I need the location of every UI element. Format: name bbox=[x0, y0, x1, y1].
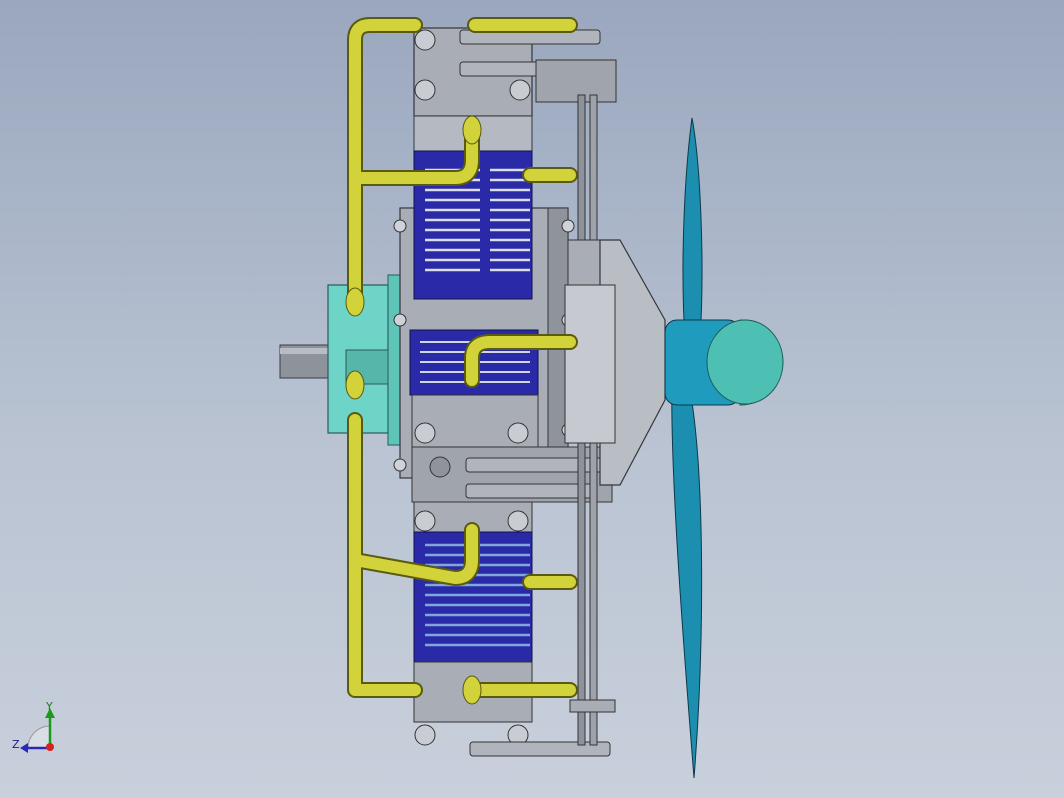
coordinate-triad-icon: Y Z bbox=[12, 700, 55, 753]
propeller[interactable] bbox=[664, 117, 741, 779]
triad-z-label: Z bbox=[12, 738, 20, 751]
spinner[interactable] bbox=[706, 319, 784, 406]
graphics-viewport[interactable]: Y Z bbox=[0, 0, 1064, 798]
engine-model-scene[interactable]: Y Z bbox=[0, 0, 1064, 798]
triad-y-label: Y bbox=[45, 700, 53, 713]
cooling-block[interactable] bbox=[327, 274, 409, 446]
